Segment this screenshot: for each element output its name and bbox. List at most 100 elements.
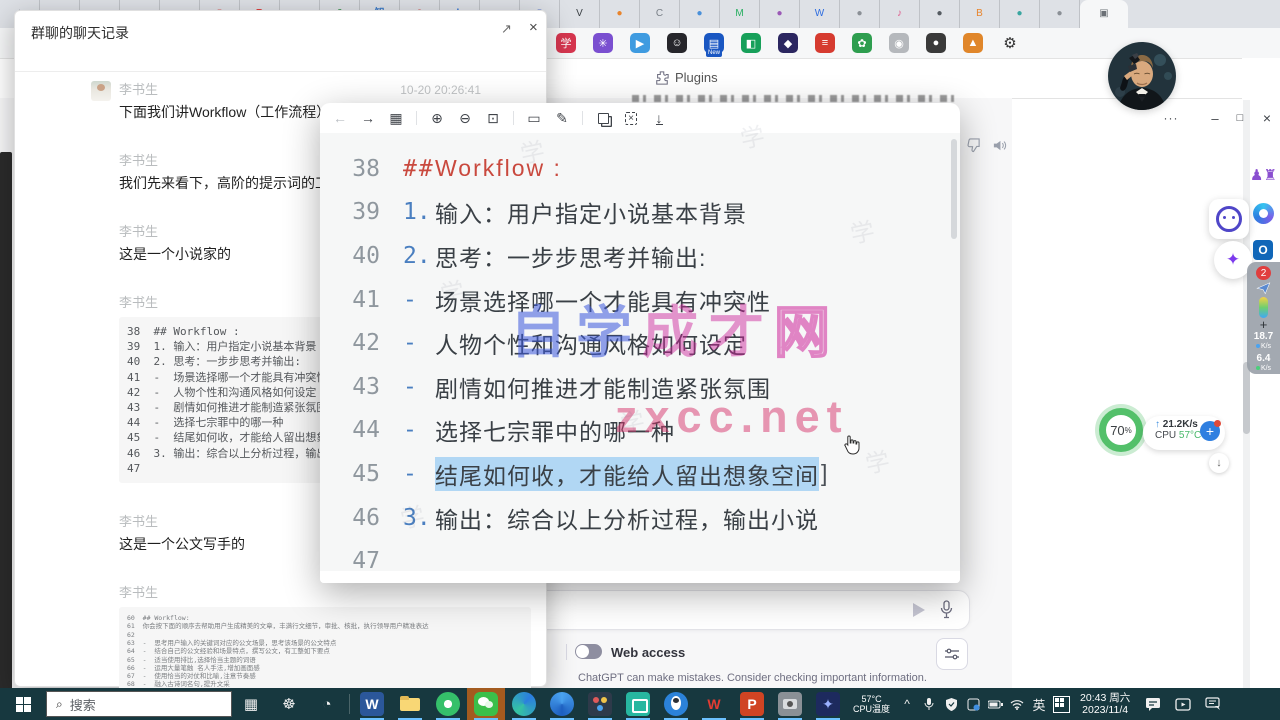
web-access-toggle[interactable] <box>575 644 602 659</box>
paper-plane-icon[interactable] <box>1256 282 1271 294</box>
tray-security-icon[interactable] <box>962 688 984 720</box>
speaker-icon[interactable] <box>992 138 1007 153</box>
crop-icon[interactable]: ▭ <box>522 107 546 129</box>
tab[interactable]: B <box>960 0 1000 28</box>
bookmark-icon[interactable]: ◆ <box>778 33 798 53</box>
bookmark-gear-icon[interactable]: ⚙ <box>1000 33 1020 53</box>
outlook-icon[interactable]: O <box>1253 240 1273 260</box>
occluded-text <box>632 95 960 102</box>
tray-chevron[interactable]: ^ <box>896 688 918 720</box>
tab[interactable]: ● <box>600 0 640 28</box>
taskbar-dark-app[interactable]: ✦ <box>809 688 847 720</box>
assistant-button[interactable] <box>1209 199 1249 239</box>
notification-center-icon[interactable] <box>1138 688 1168 720</box>
clock[interactable]: 20:43 周六2023/11/4 <box>1080 692 1130 716</box>
back-icon[interactable]: ← <box>328 107 352 129</box>
notes-icon[interactable] <box>1198 688 1228 720</box>
tab[interactable]: M <box>720 0 760 28</box>
close-button[interactable]: × <box>1254 107 1280 129</box>
taskbar-search-input[interactable]: ⌕ 搜索 <box>46 691 232 717</box>
copilot-icon[interactable] <box>1253 203 1274 224</box>
mic-icon[interactable] <box>940 600 953 619</box>
cpu-temp-tray[interactable]: 57°CCPU温度 <box>853 694 890 714</box>
forward-icon[interactable]: ↗ <box>501 21 512 37</box>
taskbar-edge[interactable] <box>505 688 543 720</box>
chat-input[interactable] <box>503 590 970 630</box>
grid-view-icon[interactable]: ▦ <box>384 107 408 129</box>
copy-icon[interactable] <box>591 107 615 129</box>
tab[interactable]: ● <box>840 0 880 28</box>
monitor-add-button[interactable]: + <box>1200 421 1220 441</box>
task-view-icon[interactable]: ▦ <box>232 688 270 720</box>
close-icon[interactable]: × <box>529 19 538 36</box>
zoom-out-icon[interactable]: ⊖ <box>453 107 477 129</box>
tab[interactable]: W <box>800 0 840 28</box>
actual-size-icon[interactable]: ⊡ <box>481 107 505 129</box>
scroll-down-button[interactable]: ↓ <box>1209 453 1229 473</box>
forward-icon[interactable]: → <box>356 107 380 129</box>
bookmark-icon[interactable]: ▶ <box>630 33 650 53</box>
send-icon[interactable] <box>913 603 925 617</box>
taskbar-blue-swirl[interactable] <box>543 688 581 720</box>
bookmark-icon[interactable]: ▲ <box>963 33 983 53</box>
video-overlay-icon[interactable] <box>1168 688 1198 720</box>
tray-wifi-icon[interactable] <box>1006 688 1028 720</box>
taskbar-qq[interactable] <box>657 688 695 720</box>
toolbar-separator[interactable] <box>412 107 421 129</box>
minimize-button[interactable]: – <box>1202 107 1228 129</box>
ime-grid-icon[interactable] <box>1050 688 1072 720</box>
clock-icon[interactable]: ◔ <box>308 688 346 720</box>
toolbar-separator[interactable] <box>578 107 587 129</box>
tab[interactable]: ● <box>680 0 720 28</box>
bookmark-icon[interactable]: ☺ <box>667 33 687 53</box>
fit-icon[interactable]: × <box>619 107 643 129</box>
scrollbar-thumb[interactable] <box>1243 362 1250 434</box>
taskbar-wps[interactable]: W <box>695 688 733 720</box>
tab[interactable]: V <box>560 0 600 28</box>
tray-shield-icon[interactable] <box>940 688 962 720</box>
tab-active[interactable]: ▣ <box>1080 0 1128 28</box>
bookmark-icon[interactable]: 学 <box>556 33 576 53</box>
ime-language-indicator[interactable]: 英 <box>1028 688 1050 720</box>
zoom-in-icon[interactable]: ⊕ <box>425 107 449 129</box>
pinwheel-icon[interactable]: ☸ <box>270 688 308 720</box>
tab[interactable]: ● <box>760 0 800 28</box>
bookmark-icon[interactable]: ◉ <box>889 33 909 53</box>
edit-icon[interactable]: ✎ <box>550 107 574 129</box>
add-icon[interactable]: + <box>1260 320 1268 330</box>
bookmark-icon[interactable]: ✳ <box>593 33 613 53</box>
thumbs-down-icon[interactable] <box>966 138 981 153</box>
page-scrollbar[interactable] <box>1243 100 1250 688</box>
taskbar-colorful-app[interactable] <box>581 688 619 720</box>
more-options-button[interactable]: ··· <box>1158 107 1184 129</box>
chess-extension-icon[interactable]: ♟♜ <box>1250 166 1277 184</box>
tab[interactable]: ● <box>920 0 960 28</box>
tray-battery-icon[interactable] <box>984 688 1006 720</box>
taskbar-word[interactable]: W <box>353 688 391 720</box>
maximize-button[interactable]: □ <box>1227 107 1253 129</box>
taskbar-explorer[interactable] <box>391 688 429 720</box>
viewer-scrollbar[interactable] <box>951 139 957 239</box>
tab[interactable]: ● <box>1040 0 1080 28</box>
bookmark-icon[interactable]: ◧ <box>741 33 761 53</box>
taskbar-recorder[interactable] <box>619 688 657 720</box>
taskbar-capture[interactable] <box>771 688 809 720</box>
settings-sliders-button[interactable] <box>936 638 968 670</box>
bookmark-icon-new[interactable]: ▤ New <box>704 33 724 53</box>
start-button[interactable] <box>0 688 46 720</box>
monitor-side-panel[interactable]: 2 + 18.7 K/s 6.4 K/s <box>1247 262 1280 374</box>
tab[interactable]: ♪ <box>880 0 920 28</box>
toolbar-separator[interactable] <box>509 107 518 129</box>
taskbar-green-app[interactable] <box>429 688 467 720</box>
tab[interactable]: C <box>640 0 680 28</box>
tab[interactable]: ● <box>1000 0 1040 28</box>
tray-mic-icon[interactable] <box>918 688 940 720</box>
bookmark-icon[interactable]: ✿ <box>852 33 872 53</box>
bookmark-icon[interactable]: ● <box>926 33 946 53</box>
download-icon[interactable]: ↓ <box>647 107 671 129</box>
cpu-usage-ring[interactable]: 70% <box>1099 408 1143 452</box>
plugins-selector[interactable]: Plugins <box>655 70 718 85</box>
bookmark-icon[interactable]: ≡ <box>815 33 835 53</box>
taskbar-wechat[interactable] <box>467 688 505 720</box>
taskbar-powerpoint[interactable]: P <box>733 688 771 720</box>
